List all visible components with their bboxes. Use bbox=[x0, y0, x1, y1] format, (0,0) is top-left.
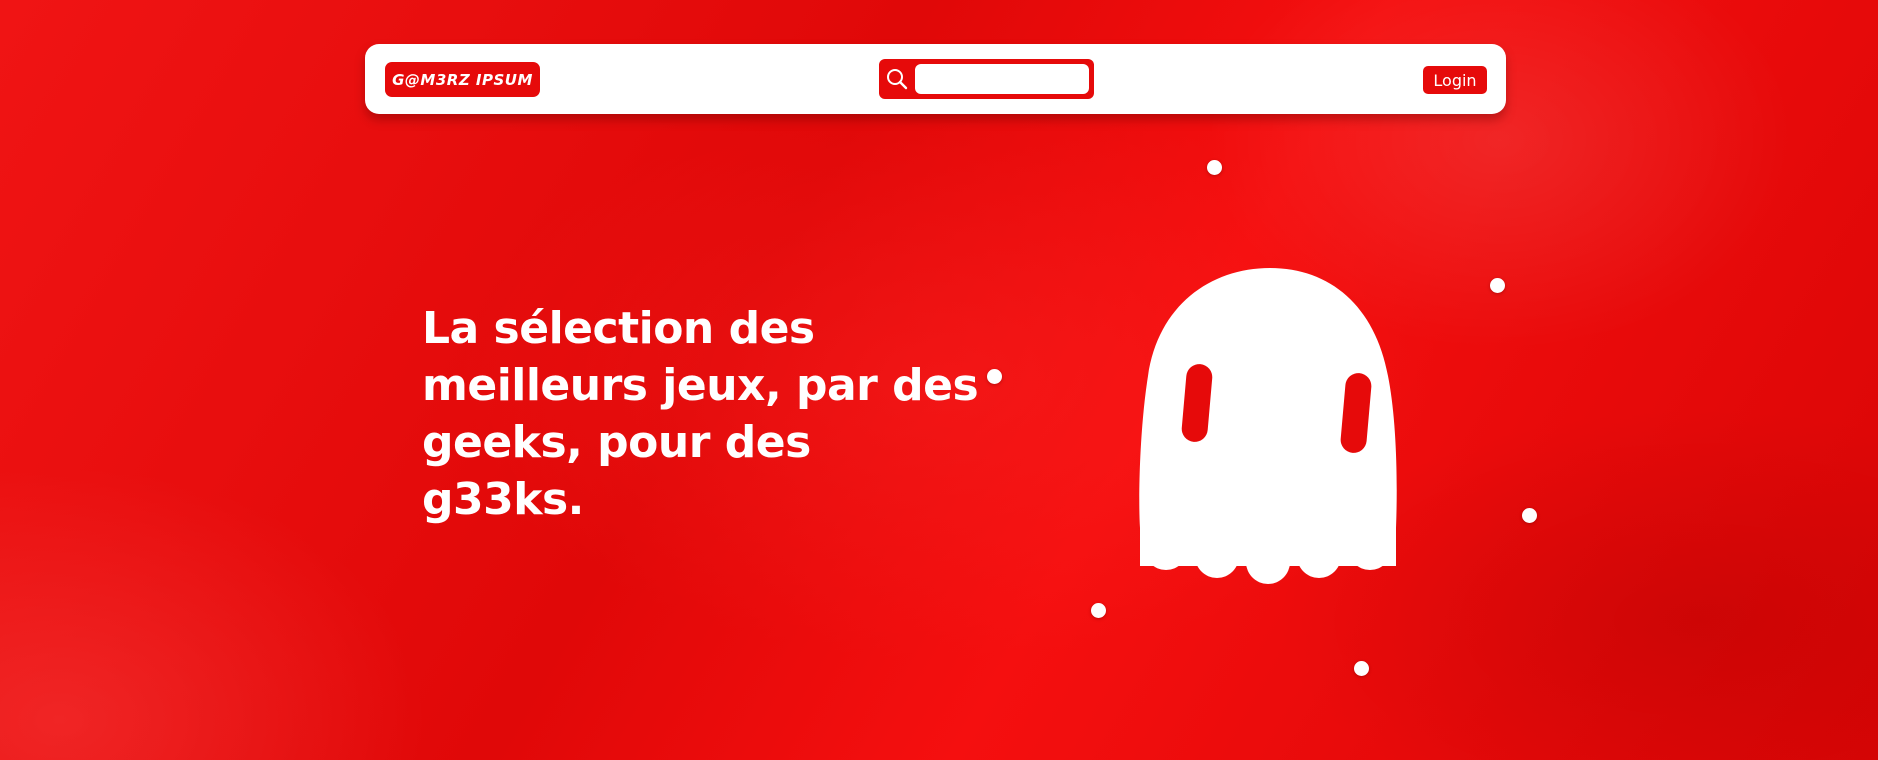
decor-dot bbox=[1207, 160, 1222, 175]
search-input[interactable] bbox=[915, 64, 1089, 94]
search-icon[interactable] bbox=[885, 67, 909, 91]
decor-dot bbox=[1354, 661, 1369, 676]
decor-dot bbox=[1490, 278, 1505, 293]
navbar: G@M3RZ IPSUM Login bbox=[365, 44, 1506, 114]
ghost-icon bbox=[1130, 266, 1406, 596]
decor-dot bbox=[1522, 508, 1537, 523]
login-button[interactable]: Login bbox=[1423, 66, 1487, 94]
search-bar bbox=[879, 59, 1094, 99]
hero-headline: La sélection des meilleurs jeux, par des… bbox=[422, 303, 979, 525]
logo[interactable]: G@M3RZ IPSUM bbox=[385, 62, 540, 97]
decor-dot bbox=[987, 369, 1002, 384]
decor-dot bbox=[1091, 603, 1106, 618]
